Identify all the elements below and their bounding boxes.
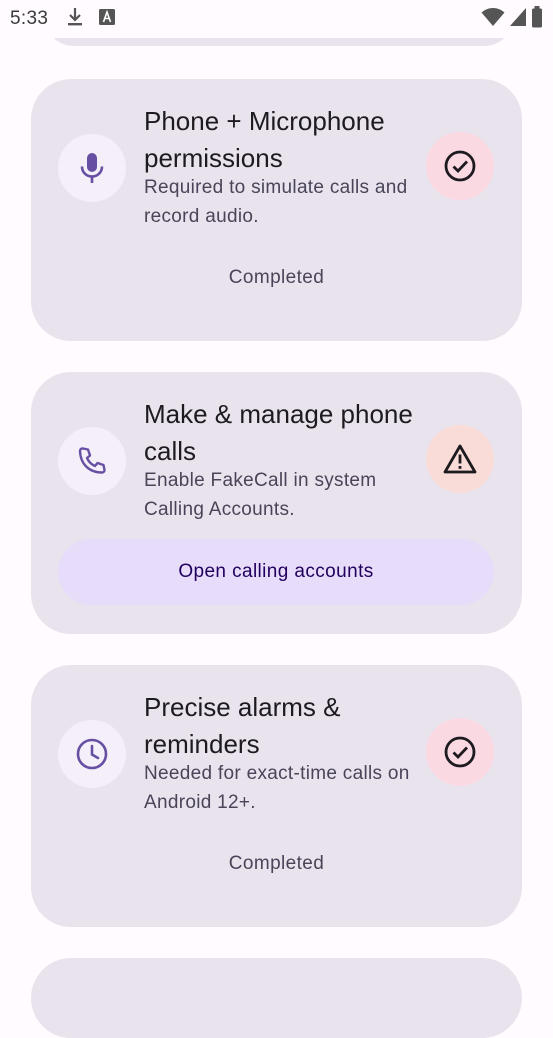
microphone-icon bbox=[58, 134, 126, 202]
permission-card-alarms: Precise alarms & reminders Needed for ex… bbox=[31, 665, 522, 927]
download-icon bbox=[66, 7, 84, 32]
partial-card-bottom bbox=[31, 958, 522, 1038]
signal-icon bbox=[509, 7, 527, 32]
status-time: 5:33 bbox=[10, 8, 49, 29]
warning-icon bbox=[426, 425, 494, 493]
card-title: Precise alarms & reminders bbox=[144, 692, 341, 759]
card-title: Make & manage phone calls bbox=[144, 399, 413, 466]
open-calling-accounts-button[interactable]: Open calling accounts bbox=[58, 539, 494, 605]
phone-icon bbox=[58, 427, 126, 495]
completed-label: Completed bbox=[228, 853, 325, 874]
check-circle-icon bbox=[426, 718, 494, 786]
card-description: Required to simulate calls and record au… bbox=[144, 177, 408, 227]
clock-icon bbox=[58, 720, 126, 788]
completed-label: Completed bbox=[228, 267, 325, 288]
status-bar: 5:33 bbox=[0, 0, 553, 38]
battery-icon bbox=[531, 5, 543, 33]
wifi-icon bbox=[481, 7, 505, 32]
permission-card-microphone: Phone + Microphone permissions Required … bbox=[31, 79, 522, 341]
card-description: Needed for exact-time calls on Android 1… bbox=[144, 763, 410, 813]
keyboard-a-icon bbox=[98, 8, 116, 31]
card-title: Phone + Microphone permissions bbox=[144, 106, 385, 173]
check-circle-icon bbox=[426, 132, 494, 200]
card-description: Enable FakeCall in system Calling Accoun… bbox=[144, 470, 377, 520]
permission-card-phone-calls: Make & manage phone calls Enable FakeCal… bbox=[31, 372, 522, 634]
